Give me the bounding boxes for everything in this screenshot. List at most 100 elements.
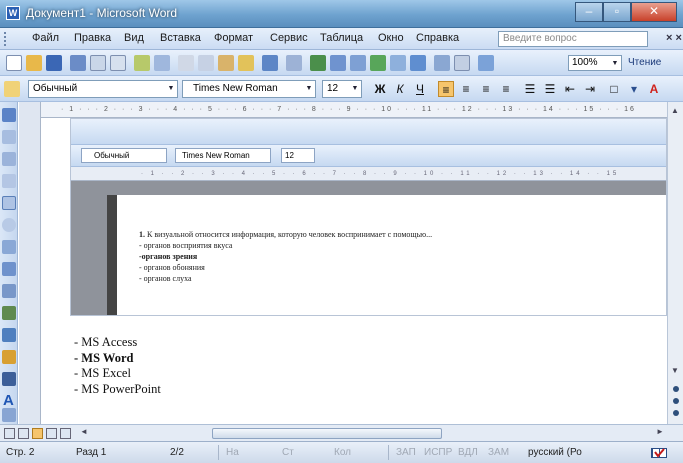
line-style-icon[interactable] — [2, 408, 16, 422]
columns-icon[interactable] — [390, 55, 406, 71]
embedded-screenshot-image[interactable]: Обычный Times New Roman 12 · 1 · · 2 · ·… — [70, 118, 667, 316]
scroll-right-icon[interactable]: ► — [656, 427, 664, 436]
document-map-icon[interactable] — [434, 55, 450, 71]
menu-window[interactable]: Окно — [378, 32, 404, 44]
scroll-up-icon[interactable]: ▲ — [671, 106, 679, 115]
justify-icon[interactable]: ≡ — [498, 81, 514, 97]
insert-table-icon[interactable] — [350, 55, 366, 71]
cut-icon[interactable] — [178, 55, 194, 71]
align-right-icon[interactable]: ≡ — [478, 81, 494, 97]
font-select[interactable]: Times New Roman ▼ — [182, 80, 316, 98]
redo-icon[interactable] — [286, 55, 302, 71]
menu-tools[interactable]: Сервис — [270, 32, 308, 44]
font-color-a-icon[interactable]: A — [3, 393, 14, 408]
scroll-down-icon[interactable]: ▼ — [671, 366, 679, 375]
spelling-status-book-icon[interactable] — [650, 446, 668, 460]
menu-table[interactable]: Таблица — [320, 32, 363, 44]
vertical-scrollbar[interactable]: ▲ ▼ — [667, 102, 683, 424]
hyperlink-icon[interactable] — [310, 55, 326, 71]
open-folder-icon[interactable] — [26, 55, 42, 71]
bullets-icon[interactable]: ☰ — [542, 81, 558, 97]
web-layout-icon[interactable] — [18, 428, 29, 439]
align-center-icon[interactable]: ≡ — [458, 81, 474, 97]
menu-format[interactable]: Формат — [214, 32, 253, 44]
status-col: Кол — [334, 447, 352, 458]
oval-icon[interactable] — [2, 218, 16, 232]
horizontal-ruler[interactable]: · 1 · · · 2 · · · 3 · · · 4 · · · 5 · · … — [41, 102, 667, 118]
select-browse-object-icon[interactable] — [673, 398, 679, 404]
font-size-select[interactable]: 12 ▼ — [322, 80, 362, 98]
zoom-select[interactable]: 100% ▼ — [568, 55, 622, 71]
line-icon[interactable] — [2, 152, 16, 166]
status-trk[interactable]: ИСПР — [424, 447, 452, 458]
show-hide-icon[interactable] — [454, 55, 470, 71]
drawing-toolbar-vertical: A — [0, 102, 18, 424]
print-layout-icon[interactable] — [32, 428, 43, 439]
highlight-icon[interactable]: ▾ — [626, 81, 642, 97]
align-left-icon[interactable]: ≡ — [438, 81, 454, 97]
reading-layout-icon[interactable] — [60, 428, 71, 439]
zoom-icon[interactable] — [478, 55, 494, 71]
print-icon[interactable] — [90, 55, 106, 71]
previous-page-icon[interactable] — [673, 386, 679, 392]
menu-file[interactable]: Файл — [32, 32, 59, 44]
menu-edit[interactable]: Правка — [74, 32, 111, 44]
spelling-icon[interactable] — [134, 55, 150, 71]
print-preview-icon[interactable] — [110, 55, 126, 71]
underline-button[interactable]: Ч — [412, 81, 428, 97]
autoshapes-icon[interactable] — [2, 130, 16, 144]
menu-insert[interactable]: Вставка — [160, 32, 201, 44]
status-rec[interactable]: ЗАП — [396, 447, 416, 458]
numbering-icon[interactable]: ☰ — [522, 81, 538, 97]
undo-icon[interactable] — [262, 55, 278, 71]
textbox-icon[interactable] — [2, 240, 16, 254]
scroll-left-icon[interactable]: ◄ — [80, 427, 88, 436]
rectangle-icon[interactable] — [2, 196, 16, 210]
select-objects-icon[interactable] — [2, 108, 16, 122]
drawing-icon[interactable] — [410, 55, 426, 71]
styles-formatting-icon[interactable] — [4, 81, 20, 97]
next-page-icon[interactable] — [673, 410, 679, 416]
diagram-icon[interactable] — [2, 284, 16, 298]
horizontal-scroll-thumb[interactable] — [212, 428, 442, 439]
research-icon[interactable] — [154, 55, 170, 71]
wordart-icon[interactable] — [2, 262, 16, 276]
outline-view-icon[interactable] — [46, 428, 57, 439]
menu-grip-handle[interactable] — [4, 32, 14, 46]
picture-icon[interactable] — [2, 328, 16, 342]
document-body-text[interactable]: - MS Access - MS Word - MS Excel - MS Po… — [74, 335, 161, 397]
minimize-button[interactable]: – — [575, 2, 603, 22]
normal-view-icon[interactable] — [4, 428, 15, 439]
maximize-button[interactable]: ▫ — [603, 2, 631, 22]
help-question-input[interactable]: Введите вопрос — [498, 31, 648, 47]
font-color-icon[interactable]: A — [646, 81, 662, 97]
word-app-icon[interactable]: W — [6, 6, 20, 20]
decrease-indent-icon[interactable]: ⇤ — [562, 81, 578, 97]
clipart-icon[interactable] — [2, 306, 16, 320]
status-ovr[interactable]: ЗАМ — [488, 447, 509, 458]
line-color-icon[interactable] — [2, 372, 16, 386]
permission-icon[interactable] — [70, 55, 86, 71]
italic-button[interactable]: К — [392, 81, 408, 97]
save-icon[interactable] — [46, 55, 62, 71]
paste-icon[interactable] — [218, 55, 234, 71]
status-language[interactable]: русский (Ро — [528, 447, 582, 458]
menu-view[interactable]: Вид — [124, 32, 144, 44]
document-close-icon[interactable]: × × — [666, 32, 682, 44]
tables-borders-icon[interactable] — [330, 55, 346, 71]
status-ext[interactable]: ВДЛ — [458, 447, 478, 458]
read-button[interactable]: Чтение — [628, 55, 680, 71]
style-select[interactable]: Обычный ▼ — [28, 80, 178, 98]
new-document-icon[interactable] — [6, 55, 22, 71]
bold-button[interactable]: Ж — [372, 81, 388, 97]
vertical-ruler[interactable] — [19, 102, 41, 424]
arrow-icon[interactable] — [2, 174, 16, 188]
copy-icon[interactable] — [198, 55, 214, 71]
menu-help[interactable]: Справка — [416, 32, 459, 44]
insert-excel-icon[interactable] — [370, 55, 386, 71]
close-button[interactable]: ✕ — [631, 2, 677, 22]
fill-color-icon[interactable] — [2, 350, 16, 364]
increase-indent-icon[interactable]: ⇥ — [582, 81, 598, 97]
borders-icon[interactable]: □ — [606, 81, 622, 97]
format-painter-icon[interactable] — [238, 55, 254, 71]
